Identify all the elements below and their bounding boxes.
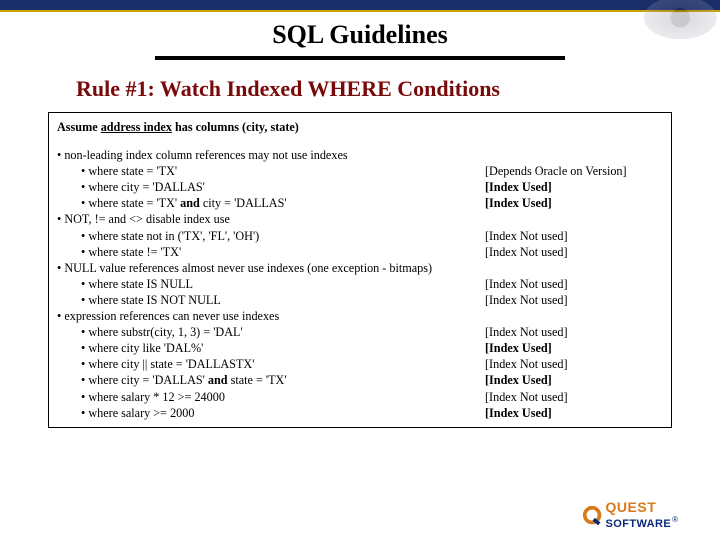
- rule-row: where state IS NOT NULL[Index Not used]: [57, 292, 663, 308]
- rule-note: [Index Not used]: [485, 228, 663, 244]
- rule-note: [Index Used]: [485, 372, 663, 388]
- logo-registered-icon: ®: [672, 515, 678, 524]
- rule-row: where city like 'DAL%'[Index Used]: [57, 340, 663, 356]
- rule-row: where city = 'DALLAS'[Index Used]: [57, 179, 663, 195]
- rule-code: where salary * 12 >= 24000: [57, 389, 485, 405]
- rule-row: where substr(city, 1, 3) = 'DAL'[Index N…: [57, 324, 663, 340]
- rule-note: [Index Not used]: [485, 244, 663, 260]
- rule-row: where city || state = 'DALLASTX'[Index N…: [57, 356, 663, 372]
- rule-code: where state IS NULL: [57, 276, 485, 292]
- rule-note: [Index Not used]: [485, 324, 663, 340]
- rule-code: where city = 'DALLAS' and state = 'TX': [57, 372, 485, 388]
- assume-underlined: address index: [101, 120, 172, 134]
- rule-row: where state != 'TX'[Index Not used]: [57, 244, 663, 260]
- logo-text-quest: QUEST: [606, 499, 657, 515]
- rule-note: [Depends Oracle on Version]: [485, 163, 663, 179]
- title-underline: [155, 56, 565, 60]
- assume-line: Assume address index has columns (city, …: [57, 119, 663, 135]
- logo-text-software: SOFTWARE: [606, 518, 672, 530]
- rule-row: where city = 'DALLAS' and state = 'TX'[I…: [57, 372, 663, 388]
- slide-title: SQL Guidelines: [0, 20, 720, 50]
- rule-note: [Index Not used]: [485, 356, 663, 372]
- rule-note: [Index Not used]: [485, 292, 663, 308]
- quest-q-icon: [582, 505, 604, 527]
- assume-suffix: has columns (city, state): [172, 120, 299, 134]
- group-heading: NULL value references almost never use i…: [57, 260, 663, 276]
- group-heading: non-leading index column references may …: [57, 147, 663, 163]
- rule-row: where state = 'TX' and city = 'DALLAS'[I…: [57, 195, 663, 211]
- group-heading: NOT, != and <> disable index use: [57, 211, 663, 227]
- rule-note: [Index Used]: [485, 340, 663, 356]
- rule-code: where state not in ('TX', 'FL', 'OH'): [57, 228, 485, 244]
- rule-row: where state not in ('TX', 'FL', 'OH')[In…: [57, 228, 663, 244]
- rule-code: where city like 'DAL%': [57, 340, 485, 356]
- group-heading: expression references can never use inde…: [57, 308, 663, 324]
- rule-note: [Index Used]: [485, 405, 663, 421]
- rule-code: where state != 'TX': [57, 244, 485, 260]
- rule-row: where salary >= 2000[Index Used]: [57, 405, 663, 421]
- rule-note: [Index Not used]: [485, 389, 663, 405]
- assume-prefix: Assume: [57, 120, 101, 134]
- rule-note: [Index Not used]: [485, 276, 663, 292]
- quest-software-logo: QUEST SOFTWARE®: [582, 501, 678, 530]
- rule-code: where state = 'TX' and city = 'DALLAS': [57, 195, 485, 211]
- rule-code: where substr(city, 1, 3) = 'DAL': [57, 324, 485, 340]
- rule-heading: Rule #1: Watch Indexed WHERE Conditions: [76, 76, 720, 102]
- rule-code: where city || state = 'DALLASTX': [57, 356, 485, 372]
- rule-note: [Index Used]: [485, 179, 663, 195]
- rule-code: where salary >= 2000: [57, 405, 485, 421]
- rule-code: where city = 'DALLAS': [57, 179, 485, 195]
- rule-code: where state = 'TX': [57, 163, 485, 179]
- rule-row: where state = 'TX'[Depends Oracle on Ver…: [57, 163, 663, 179]
- rule-row: where salary * 12 >= 24000[Index Not use…: [57, 389, 663, 405]
- rules-list: non-leading index column references may …: [57, 147, 663, 421]
- decorative-eye-watermark: [620, 0, 720, 50]
- rule-code: where state IS NOT NULL: [57, 292, 485, 308]
- rule-row: where state IS NULL[Index Not used]: [57, 276, 663, 292]
- content-box: Assume address index has columns (city, …: [48, 112, 672, 428]
- header-band: [0, 0, 720, 12]
- rule-note: [Index Used]: [485, 195, 663, 211]
